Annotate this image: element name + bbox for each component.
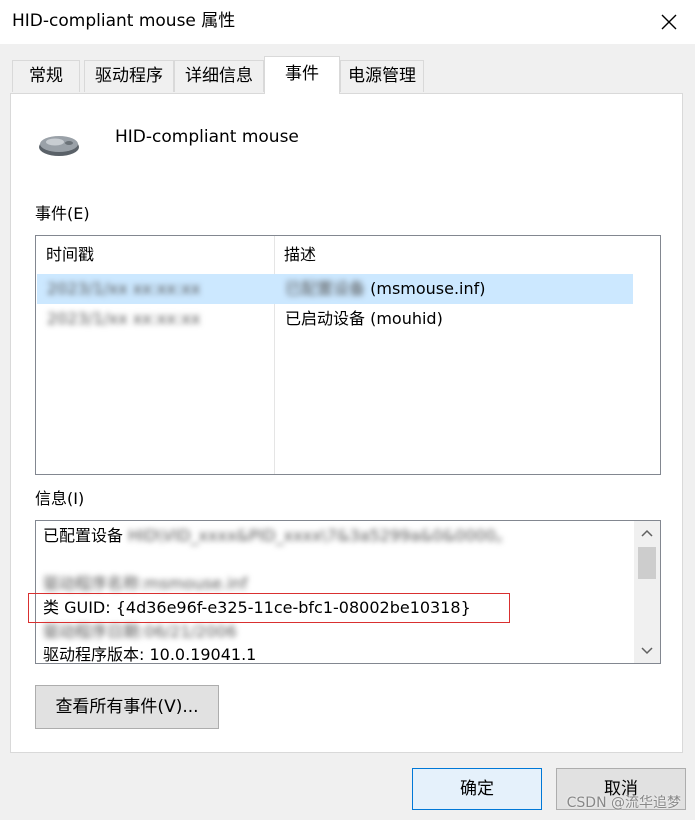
tab-strip: 常规 驱动程序 详细信息 事件 电源管理 xyxy=(0,56,695,94)
column-header-description[interactable]: 描述 xyxy=(284,245,316,265)
window-title: HID-compliant mouse 属性 xyxy=(12,11,236,31)
events-list[interactable]: 时间戳 描述 2023/1/xx xx:xx:xx 已配置设备 (msmouse… xyxy=(35,235,661,475)
info-line-driver-name: 驱动程序名称: msmouse.inf xyxy=(43,574,247,594)
info-line-driver-date: 驱动程序日期: 06/21/2006 xyxy=(43,622,237,642)
info-label: 信息(I) xyxy=(35,489,85,508)
event-description: 已配置设备 (msmouse.inf) xyxy=(285,279,486,299)
chevron-down-icon xyxy=(641,647,653,655)
scroll-down-button[interactable] xyxy=(634,639,660,663)
info-blurred: HID\VID_xxxx&PID_xxxx\7&3a5299a&0&0000。 xyxy=(128,526,512,545)
close-icon xyxy=(661,14,677,30)
event-row[interactable]: 2023/1/xx xx:xx:xx 已配置设备 (msmouse.inf) xyxy=(37,274,633,304)
scroll-up-button[interactable] xyxy=(634,521,660,545)
info-prefix: 驱动程序日期: xyxy=(43,622,145,641)
title-bar: HID-compliant mouse 属性 xyxy=(0,0,695,44)
tab-general[interactable]: 常规 xyxy=(12,60,80,92)
watermark: CSDN @流华追梦 xyxy=(566,795,681,811)
ok-button[interactable]: 确定 xyxy=(412,768,542,810)
device-name: HID-compliant mouse xyxy=(115,127,299,147)
close-button[interactable] xyxy=(651,4,687,40)
tab-power-management[interactable]: 电源管理 xyxy=(340,60,424,92)
events-tab-panel: HID-compliant mouse 事件(E) 时间戳 描述 2023/1/… xyxy=(10,93,683,753)
info-line-configured: 已配置设备 HID\VID_xxxx&PID_xxxx\7&3a5299a&0&… xyxy=(43,526,512,546)
info-textbox[interactable]: 已配置设备 HID\VID_xxxx&PID_xxxx\7&3a5299a&0&… xyxy=(35,520,661,664)
scroll-thumb[interactable] xyxy=(638,547,656,579)
view-all-events-button[interactable]: 查看所有事件(V)... xyxy=(35,685,219,729)
event-description: 已启动设备 (mouhid) xyxy=(285,309,443,328)
info-line-class-guid: 类 GUID: {4d36e96f-e325-11ce-bfc1-08002be… xyxy=(43,598,471,617)
event-timestamp: 2023/1/xx xx:xx:xx xyxy=(47,309,201,328)
chevron-up-icon xyxy=(641,529,653,537)
event-timestamp: 2023/1/xx xx:xx:xx xyxy=(47,279,201,298)
event-description-hidden: 已配置设备 xyxy=(285,279,366,298)
info-line-driver-version: 驱动程序版本: 10.0.19041.1 xyxy=(43,645,257,664)
column-divider[interactable] xyxy=(274,236,275,474)
info-scrollbar[interactable] xyxy=(634,521,660,663)
event-description-text: (msmouse.inf) xyxy=(370,279,486,298)
tab-events[interactable]: 事件 xyxy=(264,56,340,94)
info-blurred: msmouse.inf xyxy=(144,574,248,593)
events-label: 事件(E) xyxy=(35,204,90,223)
tab-details[interactable]: 详细信息 xyxy=(174,60,264,92)
tab-driver[interactable]: 驱动程序 xyxy=(84,60,174,92)
column-header-timestamp[interactable]: 时间戳 xyxy=(46,245,94,265)
mouse-icon xyxy=(39,136,79,156)
event-row[interactable]: 2023/1/xx xx:xx:xx 已启动设备 (mouhid) xyxy=(37,304,633,334)
info-prefix: 已配置设备 xyxy=(43,526,124,545)
info-prefix: 驱动程序名称: xyxy=(43,574,145,593)
info-blurred: 06/21/2006 xyxy=(144,622,237,641)
